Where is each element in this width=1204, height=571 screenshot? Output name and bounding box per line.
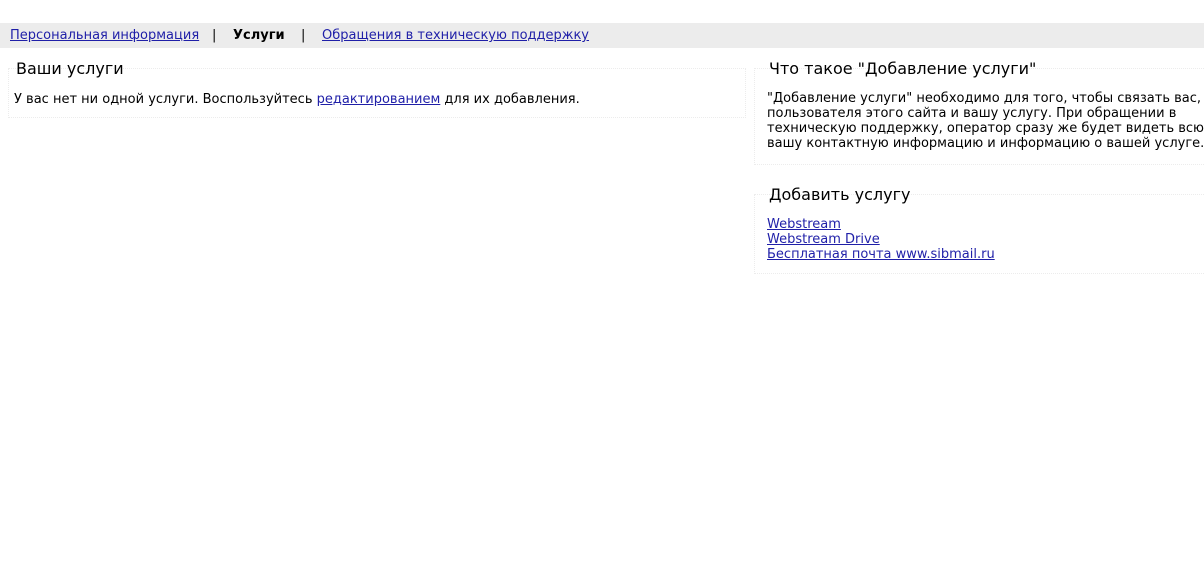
what-is-description: "Добавление услуги" необходимо для того,… — [767, 91, 1204, 151]
nav-link-support-tickets[interactable]: Обращения в техническую поддержку — [322, 23, 589, 48]
no-services-message: У вас нет ни одной услуги. Воспользуйтес… — [14, 92, 580, 107]
add-service-link-sibmail[interactable]: Бесплатная почта www.sibmail.ru — [767, 247, 995, 262]
top-navigation-bar: Персональная информация | Услуги | Обращ… — [0, 23, 1204, 48]
what-is-add-service-panel: Что такое "Добавление услуги" "Добавлени… — [754, 59, 1204, 165]
add-service-links: Webstream Webstream Drive Бесплатная поч… — [767, 217, 995, 262]
message-text-after: для их добавления. — [440, 92, 580, 107]
your-services-panel: Ваши услуги У вас нет ни одной услуги. В… — [8, 59, 746, 118]
what-is-title: Что такое "Добавление услуги" — [769, 59, 1037, 78]
description-line: пользователя этого сайта и вашу услугу. … — [767, 106, 1177, 121]
message-text-before: У вас нет ни одной услуги. Воспользуйтес… — [14, 92, 317, 107]
edit-services-link[interactable]: редактированием — [317, 92, 441, 107]
nav-link-personal-info[interactable]: Персональная информация — [10, 23, 199, 48]
add-service-link-webstream[interactable]: Webstream — [767, 217, 995, 232]
nav-separator: | — [212, 28, 217, 43]
add-service-link-webstream-drive[interactable]: Webstream Drive — [767, 232, 995, 247]
nav-current-services: Услуги — [233, 28, 285, 43]
add-service-panel: Добавить услугу Webstream Webstream Driv… — [754, 185, 1204, 274]
description-line: техническую поддержку, оператор сразу же… — [767, 121, 1204, 136]
nav-separator: | — [301, 28, 306, 43]
description-line: вашу контактную информацию и информацию … — [767, 136, 1204, 151]
your-services-title: Ваши услуги — [16, 59, 124, 78]
description-line: "Добавление услуги" необходимо для того,… — [767, 91, 1202, 106]
add-service-title: Добавить услугу — [769, 185, 911, 204]
